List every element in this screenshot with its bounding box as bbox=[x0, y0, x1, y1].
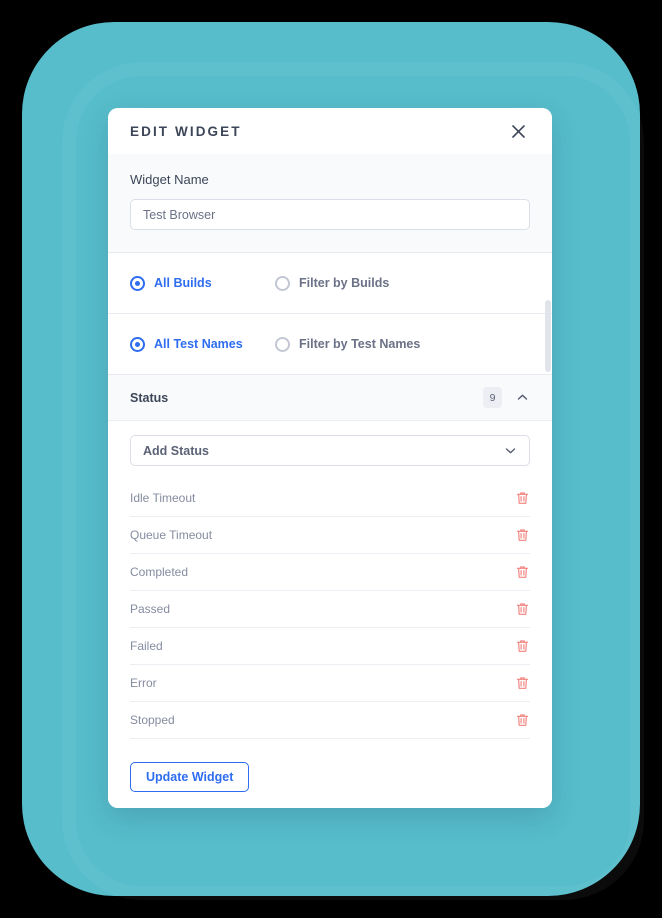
update-widget-button[interactable]: Update Widget bbox=[130, 762, 250, 792]
widget-name-input[interactable] bbox=[130, 199, 530, 230]
radio-filter-by-test-names-label: Filter by Test Names bbox=[299, 337, 421, 351]
add-status-select-wrap: Add Status bbox=[108, 421, 552, 480]
builds-radio-row: All Builds Filter by Builds bbox=[108, 253, 552, 314]
page-title: EDIT WIDGET bbox=[130, 123, 242, 139]
radio-filter-by-builds[interactable]: Filter by Builds bbox=[275, 275, 390, 291]
radio-dot-icon bbox=[275, 336, 290, 352]
status-section-header[interactable]: Status 9 bbox=[108, 375, 552, 421]
list-item[interactable]: Idle Timeout bbox=[130, 480, 530, 517]
list-item-partial[interactable] bbox=[130, 739, 530, 746]
status-count-badge: 9 bbox=[483, 387, 502, 408]
dialog-footer: Update Widget bbox=[108, 746, 552, 808]
screenshot-stage: EDIT WIDGET Widget Name All Builds bbox=[0, 0, 662, 918]
radio-dot-selected-icon bbox=[130, 275, 145, 291]
list-item[interactable]: Error bbox=[130, 665, 530, 702]
add-status-select-value: Add Status bbox=[143, 443, 209, 458]
radio-all-builds[interactable]: All Builds bbox=[130, 275, 275, 291]
dialog-header: EDIT WIDGET bbox=[108, 108, 552, 154]
radio-filter-by-test-names[interactable]: Filter by Test Names bbox=[275, 336, 421, 352]
widget-name-section: Widget Name bbox=[108, 154, 552, 253]
radio-all-test-names[interactable]: All Test Names bbox=[130, 336, 275, 352]
list-item[interactable]: Passed bbox=[130, 591, 530, 628]
status-item-label: Stopped bbox=[130, 713, 175, 727]
status-item-label: Passed bbox=[130, 602, 171, 616]
trash-icon[interactable] bbox=[514, 601, 530, 617]
widget-name-label: Widget Name bbox=[130, 172, 209, 187]
radio-all-builds-label: All Builds bbox=[154, 276, 212, 290]
list-item[interactable]: Failed bbox=[130, 628, 530, 665]
status-item-label: Completed bbox=[130, 565, 189, 579]
status-item-label: Failed bbox=[130, 639, 163, 653]
status-list: Idle Timeout Queue Timeout Completed Pas… bbox=[108, 480, 552, 746]
list-item[interactable]: Queue Timeout bbox=[130, 517, 530, 554]
radio-dot-icon bbox=[275, 275, 290, 291]
chevron-down-icon bbox=[504, 444, 517, 457]
status-item-label: Idle Timeout bbox=[130, 491, 196, 505]
add-status-select[interactable]: Add Status bbox=[130, 435, 530, 466]
trash-icon[interactable] bbox=[514, 527, 530, 543]
list-item[interactable]: Stopped bbox=[130, 702, 530, 739]
dialog-scroll-body: Widget Name All Builds Filter by Builds … bbox=[108, 154, 552, 746]
radio-all-test-names-label: All Test Names bbox=[154, 337, 243, 351]
chevron-up-icon[interactable] bbox=[514, 390, 530, 406]
test-names-radio-row: All Test Names Filter by Test Names bbox=[108, 314, 552, 375]
trash-icon[interactable] bbox=[514, 712, 530, 728]
scrollbar-thumb[interactable] bbox=[545, 300, 551, 372]
radio-filter-by-builds-label: Filter by Builds bbox=[299, 276, 390, 290]
trash-icon[interactable] bbox=[514, 564, 530, 580]
close-icon[interactable] bbox=[506, 119, 530, 143]
trash-icon[interactable] bbox=[514, 638, 530, 654]
trash-icon[interactable] bbox=[514, 490, 530, 506]
status-section-title: Status bbox=[130, 390, 169, 405]
scrollbar[interactable] bbox=[545, 154, 552, 746]
status-item-label: Queue Timeout bbox=[130, 528, 213, 542]
trash-icon[interactable] bbox=[514, 675, 530, 691]
status-item-label: Error bbox=[130, 676, 157, 690]
list-item[interactable]: Completed bbox=[130, 554, 530, 591]
radio-dot-selected-icon bbox=[130, 336, 145, 352]
edit-widget-dialog: EDIT WIDGET Widget Name All Builds bbox=[108, 108, 552, 808]
